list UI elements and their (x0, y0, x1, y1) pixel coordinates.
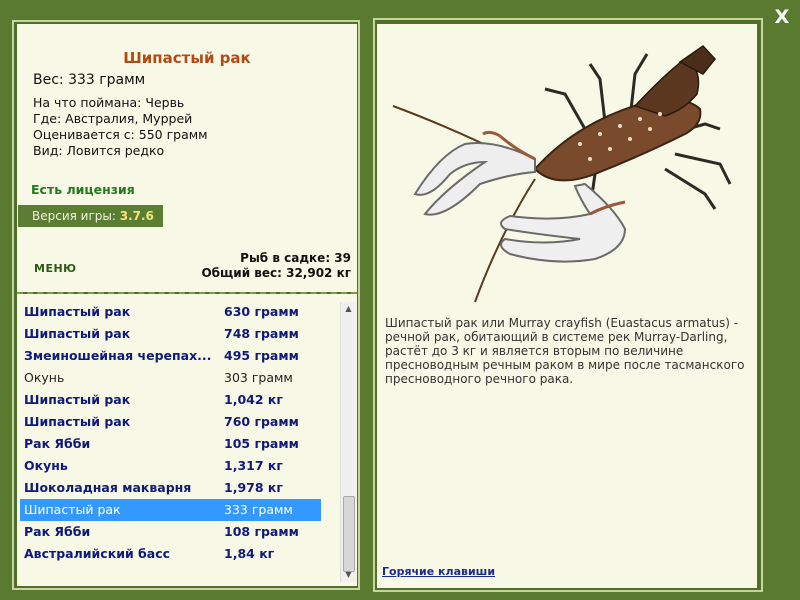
catch-weight: 630 грамм (224, 304, 299, 319)
catch-name: Шипастый рак (24, 502, 121, 517)
menu-button[interactable]: МЕНЮ (34, 262, 77, 275)
catch-weight: 748 грамм (224, 326, 299, 341)
cage-total-weight: Общий вес: 32,902 кг (201, 266, 351, 280)
close-icon: X (774, 6, 790, 28)
fish-rarity: Вид: Ловится редко (33, 143, 165, 158)
catch-name: Рак Ябби (24, 524, 91, 539)
catch-weight: 1,84 кг (224, 546, 275, 561)
catch-name: Австралийский басс (24, 546, 171, 561)
catch-name: Окунь (24, 458, 68, 473)
list-item[interactable]: Шипастый рак 333 грамм (20, 499, 321, 521)
catch-weight: 303 грамм (224, 370, 293, 385)
version-value: 3.7.6 (119, 209, 154, 223)
catch-weight: 760 грамм (224, 414, 299, 429)
list-item[interactable]: Шипастый рак 748 грамм (20, 323, 321, 345)
catch-weight: 108 грамм (224, 524, 299, 539)
catch-name: Шипастый рак (24, 414, 131, 429)
scrollbar-thumb[interactable] (343, 496, 355, 572)
crayfish-image (392, 45, 732, 303)
arrow-up-icon[interactable]: ▲ (341, 302, 356, 316)
catch-weight: 1,978 кг (224, 480, 283, 495)
fish-value: Оценивается с: 550 грамм (33, 127, 208, 142)
fish-location: Где: Австралия, Муррей (33, 111, 193, 126)
version-label: Версия игры: (32, 209, 116, 223)
version-bar: Версия игры: 3.7.6 (18, 205, 163, 227)
list-item[interactable]: Рак Ябби 105 грамм (20, 433, 321, 455)
cage-count: Рыб в садке: 39 (240, 251, 351, 265)
close-button[interactable]: X (771, 6, 793, 28)
catch-weight: 333 грамм (224, 502, 293, 517)
cage-summary: Рыб в садке: 39 Общий вес: 32,902 кг (201, 251, 351, 281)
catch-weight: 495 грамм (224, 348, 299, 363)
catch-weight: 1,042 кг (224, 392, 283, 407)
catch-name: Рак Ябби (24, 436, 91, 451)
list-item[interactable]: Австралийский басс 1,84 кг (20, 543, 321, 565)
fish-weight: Вес: 333 грамм (33, 72, 146, 88)
list-item[interactable]: Окунь 303 грамм (20, 367, 321, 389)
list-item[interactable]: Шоколадная макварня 1,978 кг (20, 477, 321, 499)
list-item[interactable]: Шипастый рак 1,042 кг (20, 389, 321, 411)
fish-bait: На что поймана: Червь (33, 95, 185, 110)
list-item[interactable]: Шипастый рак 760 грамм (20, 411, 321, 433)
catch-weight: 1,317 кг (224, 458, 283, 473)
list-item[interactable]: Окунь 1,317 кг (20, 455, 321, 477)
description-panel: Шипастый рак или Murray crayfish (Euasta… (377, 24, 757, 588)
fish-title: Шипастый рак (123, 49, 251, 67)
license-status: Есть лицензия (31, 182, 135, 197)
catch-name: Шипастый рак (24, 304, 131, 319)
fish-description: Шипастый рак или Murray crayfish (Euasta… (385, 316, 745, 386)
list-item[interactable]: Змеиношейная черепах... 495 грамм (20, 345, 321, 367)
catch-name: Змеиношейная черепах... (24, 348, 212, 363)
fish-info-panel: Шипастый рак Вес: 333 грамм На что пойма… (17, 24, 357, 294)
arrow-down-icon[interactable]: ▼ (341, 568, 356, 582)
hotkeys-link[interactable]: Горячие клавиши (382, 565, 495, 578)
catch-name: Шипастый рак (24, 326, 131, 341)
catch-list[interactable]: Шипастый рак 630 грамм Шипастый рак 748 гра… (17, 294, 357, 586)
list-scrollbar[interactable]: ▲ ▼ (340, 302, 356, 582)
list-item[interactable]: Шипастый рак 630 грамм (20, 301, 321, 323)
catch-weight: 105 грамм (224, 436, 299, 451)
catch-name: Шоколадная макварня (24, 480, 192, 495)
catch-name: Шипастый рак (24, 392, 131, 407)
list-item[interactable]: Рак Ябби 108 грамм (20, 521, 321, 543)
catch-name: Окунь (24, 370, 65, 385)
